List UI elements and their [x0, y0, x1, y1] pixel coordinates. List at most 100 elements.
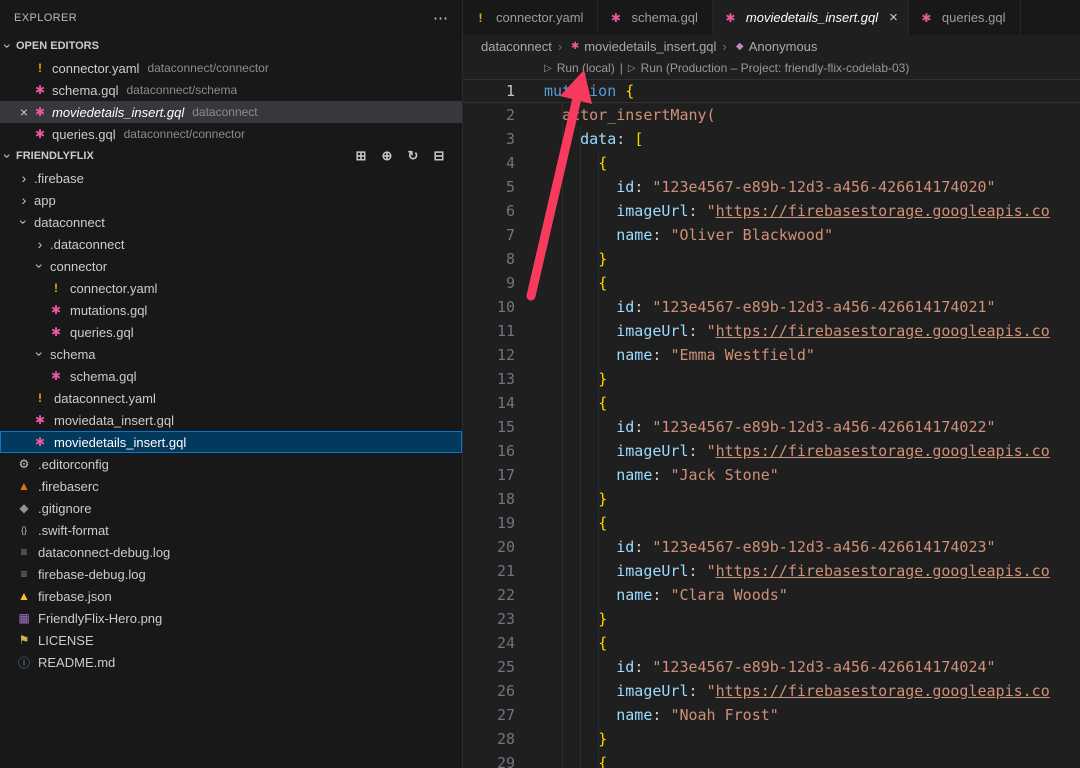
code-line-21[interactable]: 21 imageUrl: "https://firebasestorage.go… — [463, 559, 1080, 583]
open-editor-item-queries.gql[interactable]: ✱queries.gqldataconnect/connector — [0, 123, 462, 145]
code-line-20[interactable]: 20 id: "123e4567-e89b-12d3-a456-42661417… — [463, 535, 1080, 559]
code-line-28[interactable]: 28 } — [463, 727, 1080, 751]
code-line-16[interactable]: 16 imageUrl: "https://firebasestorage.go… — [463, 439, 1080, 463]
breadcrumb-Anonymous[interactable]: ◆Anonymous — [733, 39, 818, 54]
code-text: id: "123e4567-e89b-12d3-a456-42661417402… — [515, 175, 996, 199]
line-number: 12 — [463, 343, 515, 367]
tree-item-label: README.md — [38, 655, 115, 670]
code-line-19[interactable]: 19 { — [463, 511, 1080, 535]
gear-icon: ⚙ — [16, 457, 32, 471]
open-editor-item-schema.gql[interactable]: ✱schema.gqldataconnect/schema — [0, 79, 462, 101]
code-text: data: [ — [515, 127, 643, 151]
collapse-all-icon[interactable]: ⊟ — [432, 148, 446, 164]
tree-item-dataconnect[interactable]: ›dataconnect — [0, 211, 462, 233]
tree-item-.swift-format[interactable]: {}.swift-format — [0, 519, 462, 541]
workspace-actions: ⊞ ⊕ ↻ ⊟ — [354, 148, 462, 164]
tree-item-.gitignore[interactable]: ◆.gitignore — [0, 497, 462, 519]
code-line-3[interactable]: 3 data: [ — [463, 127, 1080, 151]
tab-label: moviedetails_insert.gql — [746, 10, 878, 25]
code-line-13[interactable]: 13 } — [463, 367, 1080, 391]
tree-item-app[interactable]: ›app — [0, 189, 462, 211]
tab-moviedetails_insert.gql[interactable]: ✱moviedetails_insert.gql× — [713, 0, 909, 35]
code-line-4[interactable]: 4 { — [463, 151, 1080, 175]
explorer-sidebar: EXPLORER ⋯ › OPEN EDITORS !connector.yam… — [0, 0, 463, 768]
code-line-11[interactable]: 11 imageUrl: "https://firebasestorage.go… — [463, 319, 1080, 343]
tree-item-connector[interactable]: ›connector — [0, 255, 462, 277]
code-line-18[interactable]: 18 } — [463, 487, 1080, 511]
open-editors-header[interactable]: › OPEN EDITORS — [0, 35, 462, 57]
code-line-25[interactable]: 25 id: "123e4567-e89b-12d3-a456-42661417… — [463, 655, 1080, 679]
breadcrumb-dataconnect[interactable]: dataconnect — [481, 39, 552, 54]
open-editor-path: dataconnect/connector — [147, 61, 268, 75]
tree-item-queries.gql[interactable]: ✱queries.gql — [0, 321, 462, 343]
line-number: 20 — [463, 535, 515, 559]
code-line-6[interactable]: 6 imageUrl: "https://firebasestorage.goo… — [463, 199, 1080, 223]
open-editor-item-connector.yaml[interactable]: !connector.yamldataconnect/connector — [0, 57, 462, 79]
line-number: 25 — [463, 655, 515, 679]
code-area: ▷ Run (local) | ▷ Run (Production – Proj… — [463, 57, 1080, 768]
code-line-27[interactable]: 27 name: "Noah Frost" — [463, 703, 1080, 727]
tree-item-README.md[interactable]: ⓘREADME.md — [0, 651, 462, 673]
tree-item-label: dataconnect.yaml — [54, 391, 156, 406]
code-line-24[interactable]: 24 { — [463, 631, 1080, 655]
code-line-10[interactable]: 10 id: "123e4567-e89b-12d3-a456-42661417… — [463, 295, 1080, 319]
code-text: actor_insertMany( — [515, 103, 716, 127]
tab-queries.gql[interactable]: ✱queries.gql — [909, 0, 1021, 35]
code-line-8[interactable]: 8 } — [463, 247, 1080, 271]
tree-item-moviedata_insert.gql[interactable]: ✱moviedata_insert.gql — [0, 409, 462, 431]
code-text: imageUrl: "https://firebasestorage.googl… — [515, 559, 1050, 583]
code-line-15[interactable]: 15 id: "123e4567-e89b-12d3-a456-42661417… — [463, 415, 1080, 439]
breadcrumb-separator-icon: › — [722, 39, 726, 54]
breadcrumb-moviedetails_insert.gql[interactable]: ✱moviedetails_insert.gql — [568, 39, 716, 54]
code-line-9[interactable]: 9 { — [463, 271, 1080, 295]
chevron-right-icon: › — [16, 192, 32, 208]
tree-item-LICENSE[interactable]: ⚑LICENSE — [0, 629, 462, 651]
tree-item-mutations.gql[interactable]: ✱mutations.gql — [0, 299, 462, 321]
code-line-12[interactable]: 12 name: "Emma Westfield" — [463, 343, 1080, 367]
code-line-22[interactable]: 22 name: "Clara Woods" — [463, 583, 1080, 607]
code-line-1[interactable]: 1mutation { — [463, 79, 1080, 103]
code-line-7[interactable]: 7 name: "Oliver Blackwood" — [463, 223, 1080, 247]
close-icon[interactable]: × — [16, 104, 32, 120]
line-number: 23 — [463, 607, 515, 631]
tree-item-moviedetails_insert.gql[interactable]: ✱moviedetails_insert.gql — [0, 431, 462, 453]
tree-item-.firebaserc[interactable]: ▲.firebaserc — [0, 475, 462, 497]
tree-item-label: schema — [50, 347, 96, 362]
codelens-run-production[interactable]: Run (Production – Project: friendly-flix… — [641, 61, 910, 75]
tab-label: connector.yaml — [496, 10, 583, 25]
tab-label: schema.gql — [631, 10, 697, 25]
tree-item-firebase.json[interactable]: ▲firebase.json — [0, 585, 462, 607]
tree-item-firebase-debug.log[interactable]: ≡firebase-debug.log — [0, 563, 462, 585]
workspace-header[interactable]: › FRIENDLYFLIX ⊞⊕↻⊟ — [0, 145, 462, 167]
refresh-icon[interactable]: ↻ — [406, 148, 420, 164]
open-editors-header-label: OPEN EDITORS — [16, 40, 99, 52]
codelens-run-local[interactable]: Run (local) — [557, 61, 615, 75]
more-actions-icon[interactable]: ⋯ — [433, 9, 448, 27]
code-text: imageUrl: "https://firebasestorage.googl… — [515, 679, 1050, 703]
tree-item-schema.gql[interactable]: ✱schema.gql — [0, 365, 462, 387]
code-line-14[interactable]: 14 { — [463, 391, 1080, 415]
chevron-down-icon: › — [0, 38, 16, 54]
chevron-down-icon: › — [32, 258, 48, 274]
close-icon[interactable]: × — [889, 9, 898, 26]
code-line-2[interactable]: 2 actor_insertMany( — [463, 103, 1080, 127]
tree-item-FriendlyFlix-Hero.png[interactable]: ▦FriendlyFlix-Hero.png — [0, 607, 462, 629]
code-line-26[interactable]: 26 imageUrl: "https://firebasestorage.go… — [463, 679, 1080, 703]
tree-item-.editorconfig[interactable]: ⚙.editorconfig — [0, 453, 462, 475]
open-editor-item-moviedetails_insert.gql[interactable]: ×✱moviedetails_insert.gqldataconnect — [0, 101, 462, 123]
code-line-5[interactable]: 5 id: "123e4567-e89b-12d3-a456-426614174… — [463, 175, 1080, 199]
line-number: 3 — [463, 127, 515, 151]
tree-item-.firebase[interactable]: ›.firebase — [0, 167, 462, 189]
code-line-17[interactable]: 17 name: "Jack Stone" — [463, 463, 1080, 487]
tree-item-.dataconnect[interactable]: ›.dataconnect — [0, 233, 462, 255]
tab-schema.gql[interactable]: ✱schema.gql — [598, 0, 712, 35]
tree-item-dataconnect.yaml[interactable]: !dataconnect.yaml — [0, 387, 462, 409]
tree-item-schema[interactable]: ›schema — [0, 343, 462, 365]
code-line-23[interactable]: 23 } — [463, 607, 1080, 631]
new-folder-icon[interactable]: ⊕ — [380, 148, 394, 164]
tab-connector.yaml[interactable]: !connector.yaml — [463, 0, 598, 35]
new-file-icon[interactable]: ⊞ — [354, 148, 368, 164]
tree-item-dataconnect-debug.log[interactable]: ≡dataconnect-debug.log — [0, 541, 462, 563]
tree-item-connector.yaml[interactable]: !connector.yaml — [0, 277, 462, 299]
code-line-29[interactable]: 29 { — [463, 751, 1080, 768]
